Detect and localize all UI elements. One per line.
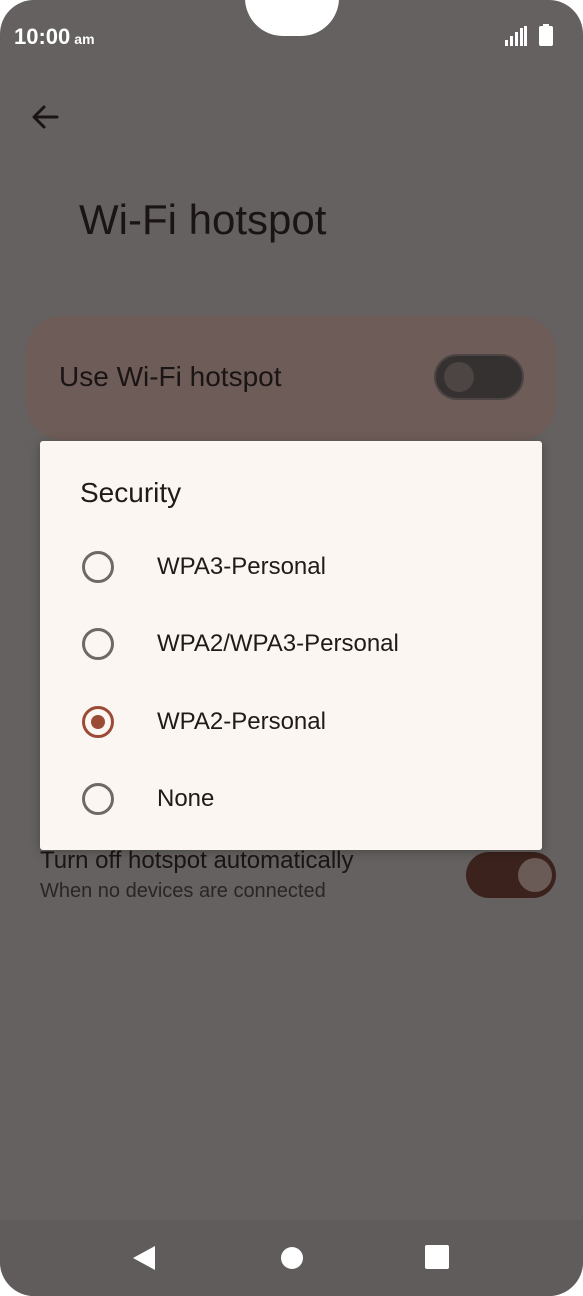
- signal-icon: [505, 26, 527, 46]
- auto-off-toggle[interactable]: [466, 852, 556, 898]
- camera-notch: [245, 0, 339, 36]
- option-wpa2-personal[interactable]: WPA2-Personal: [40, 690, 542, 754]
- option-wpa3-personal[interactable]: WPA3-Personal: [40, 535, 542, 599]
- radio-button[interactable]: [82, 783, 114, 815]
- status-time-ampm: am: [74, 31, 95, 47]
- auto-off-subtitle: When no devices are connected: [40, 880, 326, 902]
- option-label: WPA2-Personal: [157, 708, 326, 735]
- option-label: WPA3-Personal: [157, 553, 326, 580]
- use-hotspot-card[interactable]: Use Wi-Fi hotspot: [26, 316, 556, 440]
- phone-screen: 10:00 am Wi-Fi hotspot Use Wi-Fi hotspot …: [0, 0, 583, 1296]
- status-time-value: 10:00: [14, 24, 71, 49]
- option-label: None: [157, 785, 215, 812]
- option-wpa2-wpa3-personal[interactable]: WPA2/WPA3-Personal: [40, 612, 542, 676]
- status-icons: [505, 24, 553, 46]
- auto-off-title: Turn off hotspot automatically: [40, 847, 354, 874]
- battery-icon: [539, 24, 553, 46]
- back-arrow-icon[interactable]: [28, 100, 62, 134]
- radio-button[interactable]: [82, 628, 114, 660]
- home-circle-icon[interactable]: [280, 1246, 304, 1270]
- page-title: Wi-Fi hotspot: [79, 196, 327, 243]
- radio-button[interactable]: [82, 551, 114, 583]
- use-hotspot-toggle[interactable]: [434, 354, 524, 400]
- status-time: 10:00 am: [14, 24, 95, 50]
- toggle-knob: [518, 858, 552, 892]
- back-triangle-icon[interactable]: [131, 1244, 157, 1272]
- use-hotspot-label: Use Wi-Fi hotspot: [59, 361, 282, 392]
- radio-dot: [91, 715, 105, 729]
- recents-square-icon[interactable]: [425, 1245, 449, 1269]
- dialog-title: Security: [80, 477, 182, 508]
- security-dialog: Security WPA3-Personal WPA2/WPA3-Persona…: [40, 441, 542, 850]
- navigation-bar: [0, 1220, 583, 1296]
- option-none[interactable]: None: [40, 767, 542, 831]
- option-label: WPA2/WPA3-Personal: [157, 630, 399, 657]
- radio-button-selected[interactable]: [82, 706, 114, 738]
- toggle-knob: [444, 362, 474, 392]
